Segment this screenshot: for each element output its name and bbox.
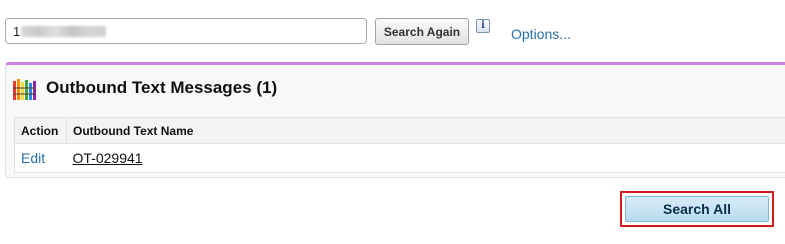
panel-title: Outbound Text Messages (1): [46, 78, 278, 97]
name-cell: OT-029941: [66, 143, 785, 173]
search-all-button[interactable]: Search All: [625, 196, 769, 222]
colorful-grid-icon: [13, 79, 36, 100]
info-icon[interactable]: i: [476, 19, 490, 33]
results-table: Action Outbound Text Name Edit OT-029941: [14, 117, 785, 173]
record-link[interactable]: OT-029941: [73, 150, 143, 166]
outbound-text-messages-panel: Outbound Text Messages (1) Action Outbou…: [5, 62, 785, 178]
search-input[interactable]: [5, 18, 367, 44]
table-row: Edit OT-029941: [14, 143, 785, 173]
search-bar: Search Again i Options...: [5, 18, 765, 50]
column-header-outbound-text-name: Outbound Text Name: [66, 117, 785, 144]
table-header-row: Action Outbound Text Name: [14, 117, 785, 144]
search-all-highlight: Search All: [620, 191, 774, 227]
search-again-button[interactable]: Search Again: [375, 18, 469, 45]
column-header-action: Action: [14, 117, 67, 144]
options-link[interactable]: Options...: [511, 26, 571, 42]
action-cell: Edit: [14, 143, 67, 173]
panel-header: Outbound Text Messages (1): [12, 75, 512, 103]
edit-link[interactable]: Edit: [21, 150, 45, 166]
